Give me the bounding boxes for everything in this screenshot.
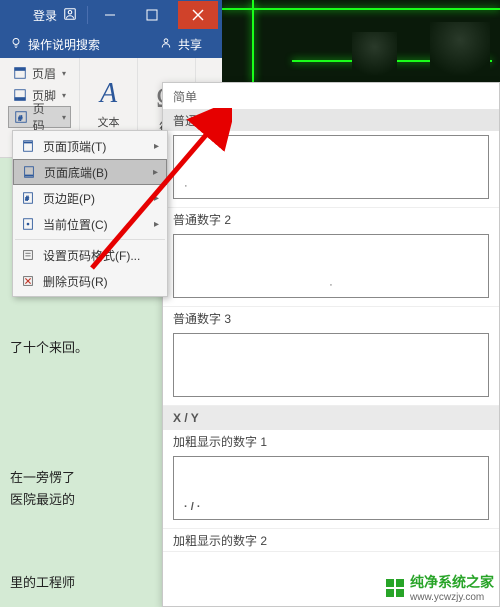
format-icon [19,246,37,264]
gallery-section-xy: X / Y [163,406,499,430]
gallery-item[interactable]: 加粗显示的数字 2 [163,529,499,552]
background-video-thumbnail [222,0,500,82]
gallery-preview: · [173,234,489,298]
watermark: 纯净系统之家 www.ycwzjy.com [386,572,494,603]
document-text: 里的工程师 [10,573,75,594]
remove-icon [19,272,37,290]
close-button[interactable] [178,1,218,29]
gallery-item-label: 普通数字 2 [163,208,499,230]
gallery-item-label: 加粗显示的数字 2 [163,529,499,551]
page-number-button[interactable]: # 页码 ▾ [8,106,71,128]
dd-label: 删除页码(R) [43,273,108,290]
login-label: 登录 [33,7,57,24]
dd-label: 页面底端(B) [44,164,108,181]
page-bottom-icon [20,163,38,181]
caret-down-icon: ▾ [62,113,66,122]
user-icon [63,7,77,24]
window-titlebar: 登录 [0,0,222,30]
page-number-gallery: 简单 普通数字 1 · 普通数字 2 · 普通数字 3 X / Y 加粗显示的数… [162,82,500,607]
chevron-right-icon: ▸ [154,193,159,204]
dd-current-position[interactable]: 当前位置(C) ▸ [13,211,167,237]
current-pos-icon [19,215,37,233]
svg-text:#: # [18,116,22,123]
dd-page-bottom[interactable]: 页面底端(B) ▸ [13,159,167,185]
gallery-preview: · / · [173,456,489,520]
gallery-preview: · [173,135,489,199]
document-text: 了十个来回。 [10,338,88,359]
gallery-item-label: 加粗显示的数字 1 [163,430,499,452]
gallery-section-simple: 简单 [163,83,499,109]
watermark-logo-icon [386,579,404,597]
chevron-right-icon: ▸ [154,141,159,152]
footer-icon [12,87,28,103]
share-icon [160,37,172,52]
page-number-label: 页码 [33,100,56,134]
share-button[interactable]: 共享 [160,36,202,53]
tell-me-search[interactable]: 操作说明搜索 [10,36,100,53]
gallery-item[interactable]: 普通数字 2 · [163,208,499,307]
ribbon-tab-row: 操作说明搜索 共享 [0,30,222,58]
tell-me-label: 操作说明搜索 [28,36,100,53]
dd-format[interactable]: 设置页码格式(F)... [13,242,167,268]
dd-label: 页面顶端(T) [43,138,106,155]
gallery-item-label: 普通数字 3 [163,307,499,329]
chevron-right-icon: ▸ [154,219,159,230]
lightbulb-icon [10,37,22,52]
document-text: 医院最远的 [10,490,75,511]
gallery-preview [173,333,489,397]
minimize-button[interactable] [90,1,130,29]
chevron-right-icon: ▸ [153,167,158,178]
gallery-item[interactable]: 加粗显示的数字 1 · / · [163,430,499,529]
maximize-button[interactable] [132,1,172,29]
gallery-item-label: 普通数字 1 [163,109,499,131]
page-margin-icon: # [19,189,37,207]
document-text: 在一旁愣了 [10,468,75,489]
dd-remove[interactable]: 删除页码(R) [13,268,167,294]
page-number-dropdown: 页面顶端(T) ▸ 页面底端(B) ▸ # 页边距(P) ▸ 当前位置(C) ▸… [12,130,168,297]
header-label: 页眉 [32,65,56,82]
gallery-item[interactable]: 普通数字 1 · [163,109,499,208]
separator [15,239,165,240]
login-segment[interactable]: 登录 [25,7,85,24]
gallery-item[interactable]: 普通数字 3 [163,307,499,406]
textbox-label: 文本 [98,114,120,130]
caret-down-icon: ▾ [62,69,66,78]
dd-label: 当前位置(C) [43,216,108,233]
watermark-brand: 纯净系统之家 [410,572,494,592]
watermark-url: www.ycwzjy.com [410,592,494,603]
dd-label: 页边距(P) [43,190,95,207]
header-icon [12,65,28,81]
dd-page-margin[interactable]: # 页边距(P) ▸ [13,185,167,211]
header-button[interactable]: 页眉 ▾ [8,62,71,84]
page-number-icon: # [13,109,29,125]
page-top-icon [19,137,37,155]
caret-down-icon: ▾ [62,91,66,100]
textbox-icon: A [100,78,117,110]
dd-label: 设置页码格式(F)... [43,247,140,264]
svg-text:#: # [25,196,29,203]
dd-page-top[interactable]: 页面顶端(T) ▸ [13,133,167,159]
share-label: 共享 [178,36,202,53]
